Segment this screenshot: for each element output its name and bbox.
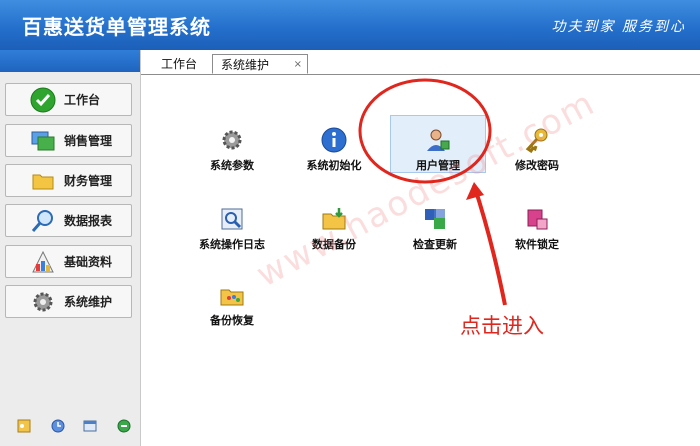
annotation-overlay xyxy=(358,78,507,306)
annotation-arrow xyxy=(472,184,507,306)
annotation-text: 点击进入 xyxy=(460,314,544,338)
annotation-arrowhead xyxy=(466,182,484,200)
annotation-ellipse xyxy=(358,78,492,184)
